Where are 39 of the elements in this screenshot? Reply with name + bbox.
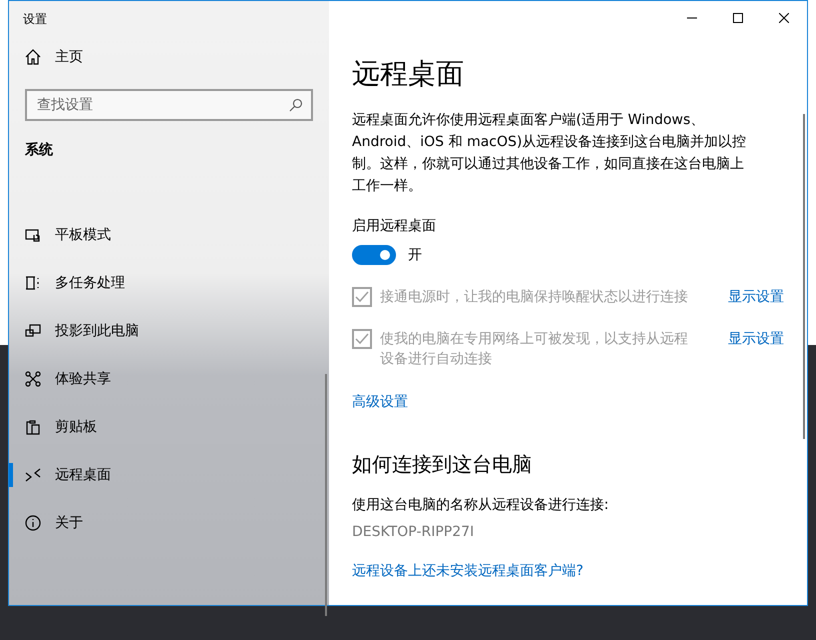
window-title: 设置 <box>22 11 48 28</box>
sidebar-item[interactable]: 平板模式 <box>9 211 329 259</box>
toggle-label: 启用远程桌面 <box>352 217 437 235</box>
search-field[interactable]: 查找设置 <box>25 89 313 121</box>
info-icon <box>25 515 41 531</box>
home-icon <box>25 49 41 65</box>
remote-desktop-icon <box>25 467 41 483</box>
sidebar-item[interactable]: 多任务处理 <box>9 259 329 307</box>
scrollbar[interactable] <box>803 114 805 439</box>
toggle-switch[interactable] <box>352 245 396 265</box>
multitask-icon <box>25 275 41 291</box>
option-label: 使我的电脑在专用网络上可被发现，以支持从远程设备进行自动连接 <box>380 330 689 369</box>
instruction-text: 使用这台电脑的名称从远程设备进行连接: <box>352 496 610 514</box>
scrollbar[interactable] <box>325 374 327 616</box>
advanced-settings-link[interactable]: 高级设置 <box>352 393 408 411</box>
sidebar-item[interactable]: 体验共享 <box>9 355 329 403</box>
section-title: 系统 <box>24 141 54 160</box>
projector-icon <box>25 323 41 339</box>
pc-name: DESKTOP-RIPP27I <box>352 524 476 540</box>
home-item[interactable]: 主页 <box>9 33 329 81</box>
option-label: 接通电源时，让我的电脑保持唤醒状态以进行连接 <box>380 288 689 307</box>
sidebar-item[interactable]: 投影到此电脑 <box>9 307 329 355</box>
sidebar-item[interactable]: 剪贴板 <box>9 403 329 451</box>
tablet-icon <box>25 227 41 243</box>
toggle-state: 开 <box>408 246 422 264</box>
page-title: 远程桌面 <box>352 56 465 92</box>
close-icon <box>779 13 789 23</box>
help-link[interactable]: 远程设备上还未安装远程桌面客户端? <box>352 562 584 580</box>
checkmark-icon <box>355 333 369 345</box>
search-icon <box>289 98 303 112</box>
section-heading: 如何连接到这台电脑 <box>352 451 533 478</box>
sidebar-item[interactable]: 远程桌面 <box>9 451 329 499</box>
description: 远程桌面允许你使用远程桌面客户端(适用于 Windows、Android、iOS 和 macOS)从远程设备连接到这台电脑并加以控制。这样，你就可以通过其他设备工作，如同直接在这台电脑上工作一样。 <box>352 111 748 196</box>
sidebar-item[interactable]: 关于 <box>9 499 329 547</box>
clipboard-icon <box>25 419 41 435</box>
maximize-icon <box>733 13 743 23</box>
share-icon <box>25 371 41 387</box>
search-input[interactable]: 查找设置 <box>37 97 289 113</box>
checkmark-icon <box>355 291 369 303</box>
